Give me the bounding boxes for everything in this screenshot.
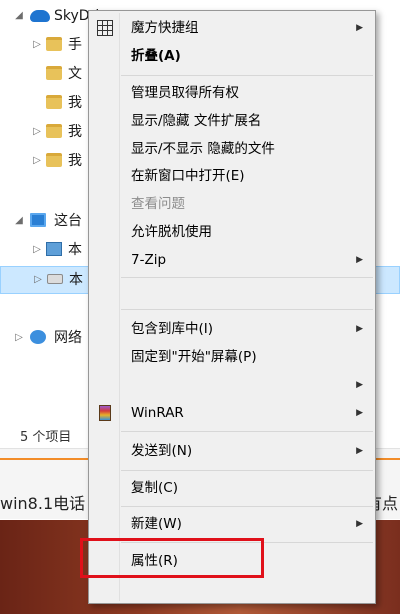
folder-icon [46,124,62,138]
menu-item-blank[interactable] [91,281,373,304]
network-icon [30,330,46,344]
menu-separator [121,309,373,310]
tree-item-label: 这台 [54,213,82,229]
menu-separator [121,470,373,471]
tree-item-label: 本 [68,242,82,258]
expand-arrow-icon[interactable]: ▷ [14,326,24,350]
menu-item-open-new-window[interactable]: 在新窗口中打开(E) [91,165,373,188]
menu-item-label: 显示/不显示 隐藏的文件 [131,141,275,157]
expand-arrow-icon[interactable]: ▷ [33,268,43,292]
menu-item-label: 固定到"开始"屏幕(P) [131,349,257,365]
submenu-arrow-icon: ▶ [356,380,363,390]
menu-item-collapse[interactable]: 折叠(A) [91,45,373,68]
local-disk-icon [46,242,62,256]
tree-item-label: 本 [69,272,83,288]
submenu-arrow-icon: ▶ [356,324,363,334]
menu-item-troubleshoot: 查看问题 [91,193,373,216]
tree-item-label: 我 [68,124,82,140]
menu-item-winrar[interactable]: WinRAR ▶ [91,402,373,425]
grid-icon [97,20,113,36]
expand-arrow-icon[interactable]: ▷ [32,149,42,173]
tree-item-label: 我 [68,153,82,169]
menu-item-label: 允许脱机使用 [131,224,212,240]
menu-item-label: 显示/隐藏 文件扩展名 [131,113,262,129]
menu-item-mofang[interactable]: 魔方快捷组 ▶ [91,17,373,40]
article-text-left: win8.1电话 [0,494,86,513]
menu-item-take-ownership[interactable]: 管理员取得所有权 [91,82,373,105]
menu-item-label: 7-Zip [131,252,167,268]
tree-item-label: 我 [68,95,82,111]
menu-item-label: 新建(W) [131,516,182,532]
skydrive-icon [30,10,50,22]
menu-item-include-in-library[interactable]: 包含到库中(I) ▶ [91,318,373,341]
submenu-arrow-icon: ▶ [356,446,363,456]
expand-arrow-icon[interactable]: ▷ [32,120,42,144]
folder-icon [46,95,62,109]
menu-separator [121,75,373,76]
tree-item-label: 文 [68,66,82,82]
tree-item-label: 网络 [54,330,82,346]
menu-separator [121,431,373,432]
winrar-icon [99,405,111,421]
folder-icon [46,153,62,167]
submenu-arrow-icon: ▶ [356,408,363,418]
menu-item-label: 查看问题 [131,196,185,212]
menu-separator [121,277,373,278]
menu-item-label: WinRAR [131,405,184,421]
menu-item-send-to[interactable]: 发送到(N) ▶ [91,440,373,463]
menu-item-copy[interactable]: 复制(C) [91,477,373,500]
menu-item-unlabeled-submenu[interactable]: ▶ [91,374,373,397]
folder-icon [46,66,62,80]
removable-disk-icon [47,274,63,284]
menu-item-label: 发送到(N) [131,443,193,459]
menu-item-toggle-extensions[interactable]: 显示/隐藏 文件扩展名 [91,110,373,133]
menu-item-label: 魔方快捷组 [131,20,199,36]
menu-item-offline[interactable]: 允许脱机使用 [91,221,373,244]
this-pc-icon [30,213,46,227]
expand-arrow-icon[interactable]: ◢ [14,4,24,28]
status-bar-item-count: 5 个项目 [20,430,72,445]
expand-arrow-icon[interactable]: ◢ [14,209,24,233]
submenu-arrow-icon: ▶ [356,23,363,33]
submenu-arrow-icon: ▶ [356,519,363,529]
menu-item-label: 包含到库中(I) [131,321,214,337]
menu-item-label: 在新窗口中打开(E) [131,168,245,184]
menu-item-label: 折叠(A) [131,48,181,64]
menu-item-pin-to-start[interactable]: 固定到"开始"屏幕(P) [91,346,373,369]
expand-arrow-icon[interactable]: ▷ [32,33,42,57]
menu-item-label: 管理员取得所有权 [131,85,239,101]
menu-item-toggle-hidden-files[interactable]: 显示/不显示 隐藏的文件 [91,138,373,161]
tree-item-label: 手 [68,37,82,53]
expand-arrow-icon[interactable]: ▷ [32,238,42,262]
menu-separator [121,506,373,507]
menu-item-new[interactable]: 新建(W) ▶ [91,513,373,536]
highlight-annotation [80,538,264,578]
menu-item-label: 复制(C) [131,480,178,496]
context-menu: 魔方快捷组 ▶ 折叠(A) 管理员取得所有权 显示/隐藏 文件扩展名 显示/不显… [88,10,376,604]
folder-icon [46,37,62,51]
submenu-arrow-icon: ▶ [356,255,363,265]
menu-item-7zip[interactable]: 7-Zip ▶ [91,249,373,272]
